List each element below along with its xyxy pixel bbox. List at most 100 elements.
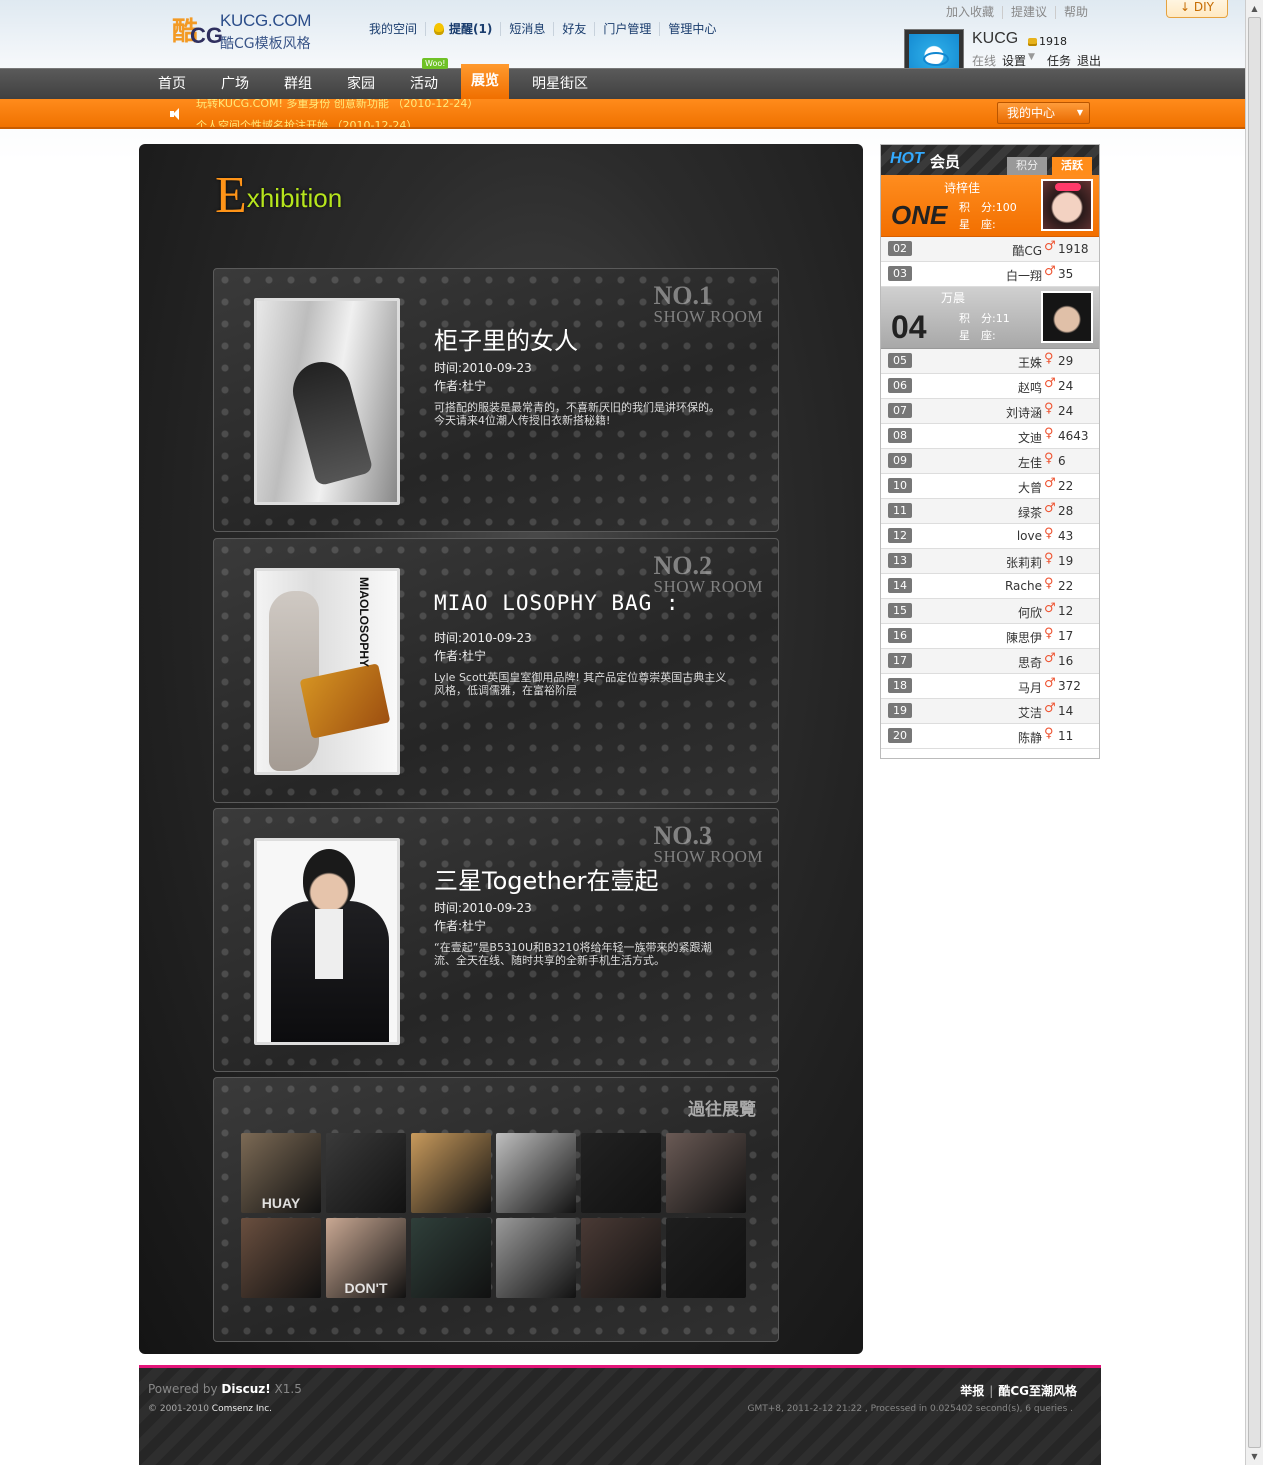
member-name[interactable]: 张莉莉	[1006, 554, 1042, 571]
past-thumbnail[interactable]: HUAY	[241, 1133, 321, 1213]
member-row[interactable]: 16 陳思伊 ♀ 17	[881, 624, 1099, 649]
member-row[interactable]: 12 love ♀ 43	[881, 524, 1099, 549]
top-member-4[interactable]: 万晨 04 积 分:11 星 座:	[881, 287, 1099, 349]
messages-link[interactable]: 短消息	[500, 22, 553, 36]
past-thumbnail[interactable]	[411, 1218, 491, 1298]
member-name[interactable]: 思奇	[1018, 654, 1042, 671]
member-rank: 19	[888, 703, 912, 718]
member-row[interactable]: 15 何欣 ♂ 12	[881, 599, 1099, 624]
member-name[interactable]: 刘诗涵	[1006, 404, 1042, 421]
member-name[interactable]: Rache	[1005, 579, 1042, 593]
show-title[interactable]: MIAO LOSOPHY BAG :	[434, 591, 680, 615]
top-member-1[interactable]: 诗梓佳 ONE 积 分:100 星 座:	[881, 175, 1099, 237]
tab-active[interactable]: 活跃	[1052, 157, 1092, 175]
admin-center-link[interactable]: 管理中心	[659, 22, 724, 36]
member-row[interactable]: 13 张莉莉 ♀ 19	[881, 549, 1099, 574]
past-thumbnail[interactable]	[581, 1218, 661, 1298]
report-link[interactable]: 举报	[960, 1384, 984, 1398]
settings-link[interactable]: 设置	[1002, 52, 1026, 69]
member-row[interactable]: 18 马月 ♂ 372	[881, 674, 1099, 699]
past-thumbnail[interactable]	[326, 1133, 406, 1213]
site-name-link[interactable]: 酷CG至潮风格	[998, 1384, 1077, 1398]
past-exhibitions: 過往展覽 HUAY DON'T	[213, 1077, 779, 1342]
member-name[interactable]: 陈静	[1018, 729, 1042, 746]
announcement-item[interactable]: 个人空间个性域名抢注开始 （2010-12-24）	[196, 117, 417, 127]
diy-button[interactable]: ↓ DIY	[1166, 0, 1228, 18]
user-name[interactable]: KUCG	[972, 30, 1018, 48]
nav-item[interactable]: 展览	[461, 64, 509, 99]
tab-points[interactable]: 积分	[1007, 157, 1047, 175]
member-row[interactable]: 11 绿茶 ♂ 28	[881, 499, 1099, 524]
member-row[interactable]: 06 赵鸣 ♂ 24	[881, 374, 1099, 399]
suggest-link[interactable]: 提建议	[1002, 6, 1055, 19]
processing-info: GMT+8, 2011-2-12 21:22 , Processed in 0.…	[747, 1404, 1073, 1414]
member-name[interactable]: 陳思伊	[1006, 629, 1042, 646]
member-row[interactable]: 02 酷CG ♂ 1918	[881, 237, 1099, 262]
logout-link[interactable]: 退出	[1077, 52, 1101, 69]
member-rank: 08	[888, 428, 912, 443]
member-name[interactable]: 何欣	[1018, 604, 1042, 621]
announcement-item[interactable]: 玩转KUCG.COM! 多重身份 创意新功能 （2010-12-24）	[196, 99, 478, 111]
friends-link[interactable]: 好友	[553, 22, 594, 36]
my-space-link[interactable]: 我的空间	[369, 22, 425, 36]
past-thumbnail[interactable]	[241, 1218, 321, 1298]
show-title[interactable]: 柜子里的女人	[434, 321, 578, 356]
vertical-scrollbar[interactable]: ▲ ▼	[1245, 0, 1263, 1465]
my-center-dropdown[interactable]: 我的中心 ▼	[997, 102, 1090, 124]
nav-item[interactable]: 明星街区	[520, 69, 600, 99]
portal-admin-link[interactable]: 门户管理	[594, 22, 659, 36]
member-row[interactable]: 17 思奇 ♂ 16	[881, 649, 1099, 674]
member-row[interactable]: 19 艾洁 ♂ 14	[881, 699, 1099, 724]
nav-item[interactable]: 广场	[209, 69, 261, 99]
member-name[interactable]: 文迪	[1018, 429, 1042, 446]
member-row[interactable]: 08 文迪 ♀ 4643	[881, 424, 1099, 449]
member-name[interactable]: 左佳	[1018, 454, 1042, 471]
past-thumbnail[interactable]	[581, 1133, 661, 1213]
past-thumbnail[interactable]: DON'T	[326, 1218, 406, 1298]
site-logo[interactable]: 酷 CG KUCG.COM 酷CG模板风格	[172, 11, 322, 55]
add-favorite-link[interactable]: 加入收藏	[946, 6, 1002, 19]
past-thumbnail[interactable]	[496, 1133, 576, 1213]
member-name[interactable]: 绿茶	[1018, 504, 1042, 521]
member-row[interactable]: 07 刘诗涵 ♀ 24	[881, 399, 1099, 424]
scrollbar-thumb[interactable]	[1248, 17, 1261, 1448]
member-name[interactable]: 王姝	[1018, 354, 1042, 371]
help-link[interactable]: 帮助	[1055, 6, 1096, 19]
nav-item[interactable]: 群组	[272, 69, 324, 99]
nav-item[interactable]: 家园	[335, 69, 387, 99]
member-row[interactable]: 09 左佳 ♀ 6	[881, 449, 1099, 474]
nav-item[interactable]: 首页	[146, 69, 198, 99]
member-avatar[interactable]	[1041, 291, 1093, 343]
member-row[interactable]: 14 Rache ♀ 22	[881, 574, 1099, 599]
past-thumbnail[interactable]	[666, 1218, 746, 1298]
member-row[interactable]: 05 王姝 ♀ 29	[881, 349, 1099, 374]
past-thumbnail[interactable]	[496, 1218, 576, 1298]
member-row[interactable]: 20 陈静 ♀ 11	[881, 724, 1099, 749]
member-row[interactable]: 10 大曾 ♂ 22	[881, 474, 1099, 499]
nav-item[interactable]: 活动	[398, 69, 450, 99]
scroll-down-icon[interactable]: ▼	[1246, 1448, 1263, 1465]
comsenz-link[interactable]: Comsenz Inc.	[212, 1404, 272, 1414]
scroll-up-icon[interactable]: ▲	[1246, 0, 1263, 17]
male-icon: ♂	[1044, 601, 1056, 616]
member-name[interactable]: 白一翔	[1006, 267, 1042, 284]
show-photo[interactable]	[254, 298, 400, 505]
show-title[interactable]: 三星Together在壹起	[434, 861, 659, 896]
discuz-link[interactable]: Discuz!	[221, 1382, 270, 1396]
member-rank: 16	[888, 628, 912, 643]
remind-link[interactable]: 提醒(1)	[425, 22, 500, 36]
member-name[interactable]: 酷CG	[1012, 242, 1042, 259]
member-name[interactable]: 赵鸣	[1018, 379, 1042, 396]
member-name[interactable]: 大曾	[1018, 479, 1042, 496]
show-photo[interactable]: MIAOLOSOPHY	[254, 568, 400, 775]
chevron-down-icon[interactable]: ▼	[1028, 52, 1035, 69]
member-avatar[interactable]	[1041, 179, 1093, 231]
member-name[interactable]: love	[1017, 529, 1042, 543]
member-name[interactable]: 艾洁	[1018, 704, 1042, 721]
tasks-link[interactable]: 任务	[1047, 52, 1071, 69]
show-photo[interactable]	[254, 838, 400, 1045]
past-thumbnail[interactable]	[411, 1133, 491, 1213]
member-row[interactable]: 03 白一翔 ♂ 35	[881, 262, 1099, 287]
member-name[interactable]: 马月	[1018, 679, 1042, 696]
past-thumbnail[interactable]	[666, 1133, 746, 1213]
